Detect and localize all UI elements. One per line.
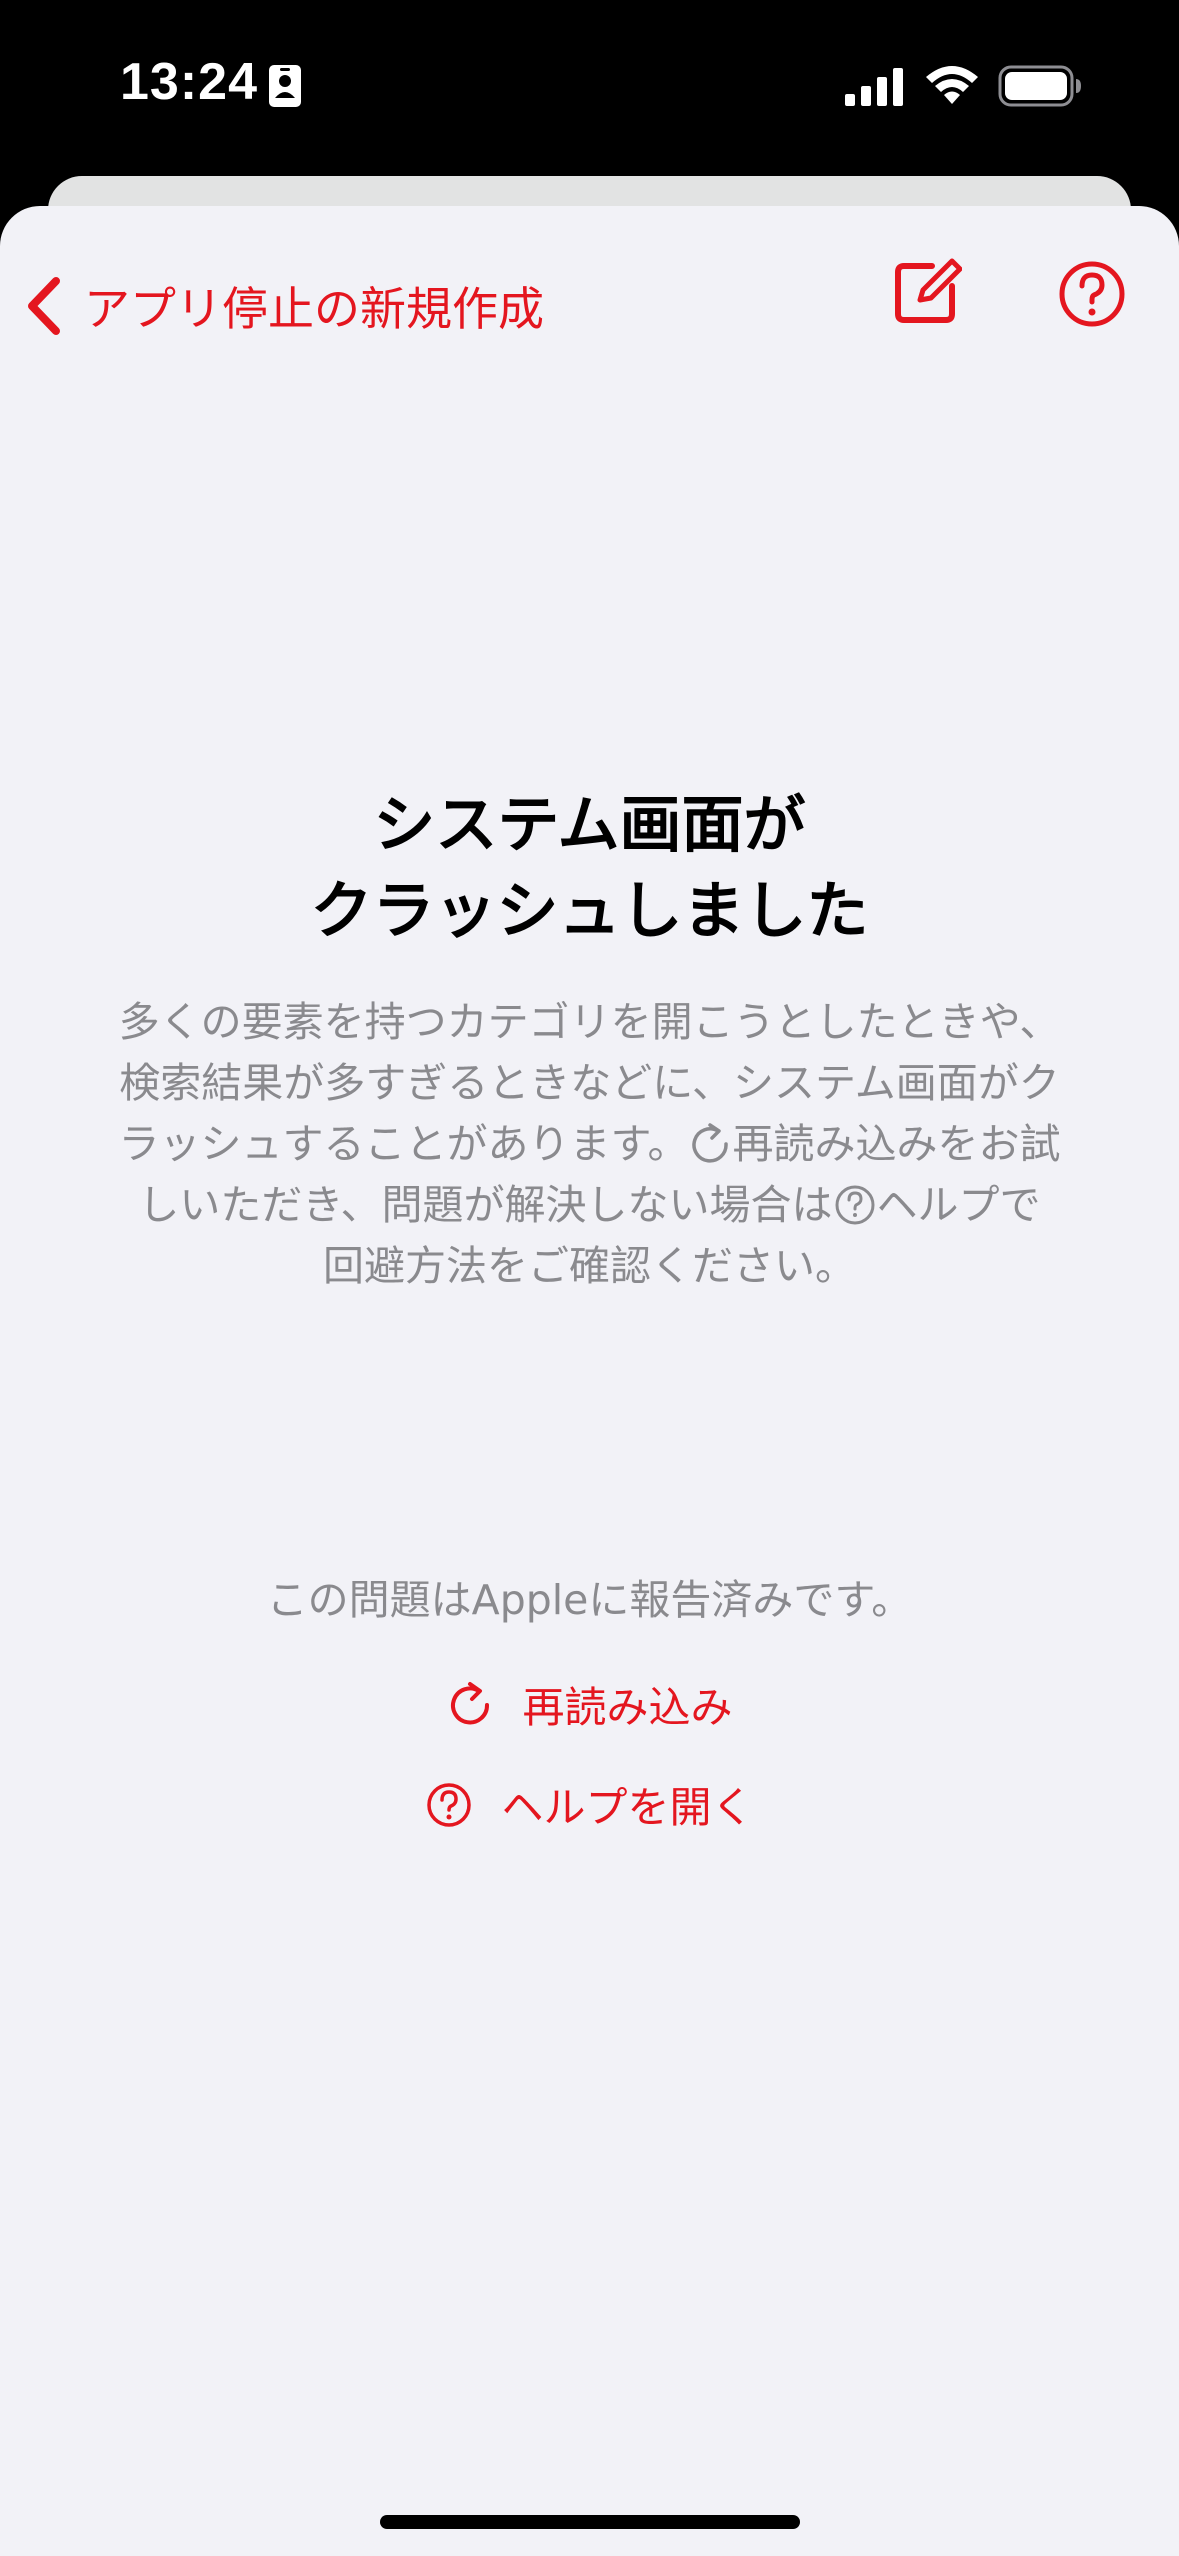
message-line: 回避方法をご確認ください。 xyxy=(323,1242,856,1290)
cellular-signal-icon xyxy=(845,68,903,106)
reload-icon xyxy=(451,1681,490,1724)
message-text: ラッシュすることがあります。 xyxy=(118,1120,689,1168)
message-text: しいただき、問題が解決しない場合は xyxy=(138,1181,833,1229)
wifi-icon xyxy=(926,66,978,104)
back-button-label: アプリ停止の新規作成 xyxy=(84,282,544,336)
id-card-icon xyxy=(269,65,301,107)
chevron-left-icon xyxy=(28,277,60,335)
error-title-line: システム画面が xyxy=(373,788,806,861)
status-time: 13:24 xyxy=(120,53,258,111)
compose-icon[interactable] xyxy=(892,256,962,326)
question-circle-icon xyxy=(427,1782,472,1827)
report-notice: この問題はAppleに報告済みです。 xyxy=(266,1576,913,1624)
message-line: ラッシュすることがあります。 再読み込みをお試 xyxy=(90,1114,1089,1175)
message-text: ヘルプで xyxy=(876,1181,1041,1229)
home-indicator[interactable] xyxy=(380,2515,800,2529)
open-help-button[interactable]: ヘルプを開く xyxy=(0,1774,1179,1835)
error-title-line: クラッシュしました xyxy=(310,874,869,947)
question-circle-icon xyxy=(835,1185,875,1225)
open-help-button-label: ヘルプを開く xyxy=(501,1783,754,1832)
message-line: 検索結果が多すぎるときなどに、システム画面がク xyxy=(119,1059,1060,1107)
message-text: 再読み込みをお試 xyxy=(732,1120,1061,1168)
reload-button[interactable]: 再読み込み xyxy=(0,1674,1179,1735)
error-title: システム画面が クラッシュしました xyxy=(0,782,1179,954)
battery-icon xyxy=(998,65,1081,107)
reload-icon xyxy=(692,1123,729,1163)
message-line: しいただき、問題が解決しない場合は ヘルプで xyxy=(90,1175,1089,1236)
reload-button-label: 再読み込み xyxy=(522,1683,733,1732)
message-line: 多くの要素を持つカテゴリを開こうとしたときや、 xyxy=(118,998,1061,1046)
back-button[interactable]: アプリ停止の新規作成 xyxy=(20,266,544,346)
help-icon[interactable] xyxy=(1058,260,1126,328)
error-message: 多くの要素を持つカテゴリを開こうとしたときや、 検索結果が多すぎるときなどに、シ… xyxy=(90,992,1089,1297)
modal-sheet: アプリ停止の新規作成 xyxy=(0,206,1179,2556)
status-bar: 13:24 xyxy=(0,0,1179,175)
